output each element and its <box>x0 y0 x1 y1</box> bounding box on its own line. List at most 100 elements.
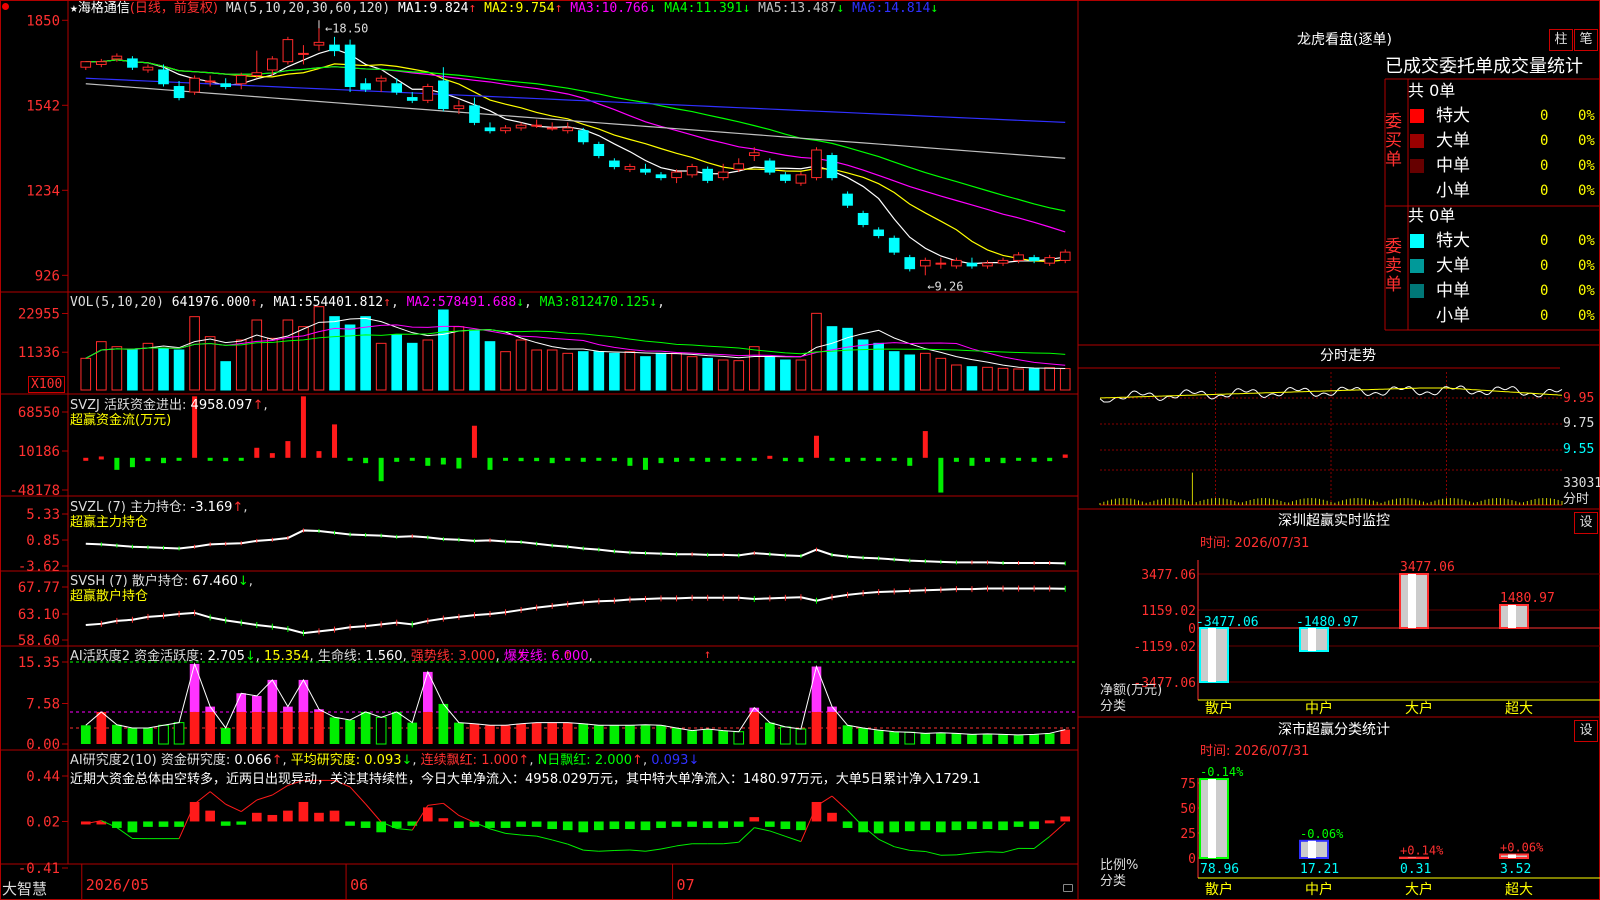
candle <box>780 174 791 181</box>
candle <box>966 262 978 267</box>
monitor-bar-highlight <box>1308 628 1316 651</box>
ai-active-bar <box>345 719 355 744</box>
svzj-bar <box>549 457 555 464</box>
candle <box>562 127 574 132</box>
buy-row-swatch <box>1410 109 1424 123</box>
sell-total: 共 0单 <box>1408 206 1456 225</box>
ai-active-bar <box>951 733 962 744</box>
ai-research-header: AI研究度2(10) 资金研究度: 0.066↑, 平均研究度: 0.093↓,… <box>70 753 700 768</box>
kline-header: ★海格通信(日线，前复权) MA(5,10,20,30,60,120) MA1:… <box>70 1 938 16</box>
svzj-bar <box>596 457 602 461</box>
buy-row-swatch <box>1410 134 1424 148</box>
ai-active-bar <box>765 722 775 744</box>
classify-y-label: 比例% <box>1100 858 1139 873</box>
ai-research-bar <box>1060 816 1071 822</box>
ai-research-bar <box>920 821 931 831</box>
candle <box>1013 254 1024 261</box>
classify-value-label: 3.52 <box>1500 862 1531 877</box>
candle <box>220 83 232 88</box>
ai-active-bar <box>827 711 837 744</box>
pen-mode-button[interactable]: 笔 <box>1574 29 1598 51</box>
candle <box>624 166 636 170</box>
ai-active-bar <box>469 723 480 744</box>
ai-research-line <box>831 795 848 811</box>
vol-bar <box>142 342 154 391</box>
vol-bar <box>951 364 962 391</box>
vol-bar <box>702 357 713 391</box>
ai-research-bar <box>360 821 371 828</box>
candle <box>733 163 745 170</box>
ai-research-bar <box>609 821 620 830</box>
vol-bar <box>375 342 387 391</box>
candle <box>888 237 900 253</box>
bar-mode-button[interactable]: 柱 <box>1549 29 1573 51</box>
vol-bar <box>857 339 869 391</box>
svzj-bar <box>223 457 229 462</box>
monitor-settings-button[interactable]: 设 <box>1574 512 1598 534</box>
candle <box>360 83 371 90</box>
ai-research-line <box>769 830 786 837</box>
vol-bar <box>406 342 418 391</box>
vol-bar <box>313 306 325 391</box>
svzj-bar <box>207 457 213 461</box>
candle <box>702 168 713 181</box>
monitor-value-label: 3477.06 <box>1400 560 1455 575</box>
ai-research-bar <box>454 821 464 828</box>
ai-active-bar <box>500 725 511 744</box>
classify-settings-button[interactable]: 设 <box>1574 720 1598 742</box>
x-axis-label: 06 <box>350 876 368 894</box>
ai-active-bar <box>594 725 604 744</box>
vol-bar <box>438 309 449 391</box>
classify-y-tick: 0 <box>1188 852 1196 867</box>
candle <box>158 69 169 85</box>
candle <box>842 193 853 206</box>
svzj-y-tick: 10186 <box>18 444 60 460</box>
ai-research-bar <box>998 821 1008 831</box>
svzj-bar <box>518 457 524 462</box>
vol-bar <box>282 319 294 391</box>
vol-bar <box>158 347 169 391</box>
candle <box>422 86 434 101</box>
vol-bar <box>344 324 356 391</box>
kline-y-tick: 926 <box>35 268 60 284</box>
monitor-y-tick: 1159.02 <box>1141 604 1196 619</box>
lock-icon[interactable] <box>1063 884 1073 892</box>
vol-ma3-value: 812470.125 <box>570 295 650 310</box>
ai-active-bar <box>1013 734 1024 744</box>
ai-active-bar <box>407 722 418 744</box>
ai-research-bar <box>1029 821 1039 830</box>
candle <box>391 83 403 93</box>
buy-row-swatch <box>1410 184 1424 198</box>
buy-row-name: 大单 <box>1436 131 1470 151</box>
svzj-bar <box>161 457 167 464</box>
classify-category: 散户 <box>1205 881 1233 898</box>
star-icon[interactable]: ★ <box>70 1 78 16</box>
ai-research-y-tick: 0.02 <box>26 814 60 830</box>
svzl-header: SVZL (7) 主力持仓: -3.169↑, <box>70 500 248 515</box>
ai-research-line <box>676 843 693 847</box>
ai-active-bar <box>998 734 1008 744</box>
vol-value: 641976.000 <box>171 295 251 310</box>
ai-research-bar <box>158 821 169 827</box>
monitor-bar-highlight <box>1508 605 1516 628</box>
ma3-label: MA3: <box>570 1 602 16</box>
candle <box>826 155 838 179</box>
svzj-bar <box>363 457 369 464</box>
intraday-price-1: 9.95 <box>1563 391 1595 406</box>
svzj-bar <box>534 457 540 462</box>
ai-research-bar <box>205 810 215 822</box>
ma6-line <box>85 77 1066 123</box>
ma4-value: 11.391 <box>695 1 743 16</box>
ai-research-bar <box>967 821 977 830</box>
ai-research-line <box>971 851 988 854</box>
svsh-y-tick: 63.10 <box>18 607 60 623</box>
candle <box>406 97 418 101</box>
ma1-label: MA1: <box>398 1 430 16</box>
svzj-bar <box>658 457 664 464</box>
ai-research-line <box>894 846 910 851</box>
vol-bar <box>624 351 636 391</box>
ai-research-bar <box>267 814 278 822</box>
svzj-bar <box>409 457 415 461</box>
svzj-bar <box>487 457 493 470</box>
candle <box>80 61 92 68</box>
